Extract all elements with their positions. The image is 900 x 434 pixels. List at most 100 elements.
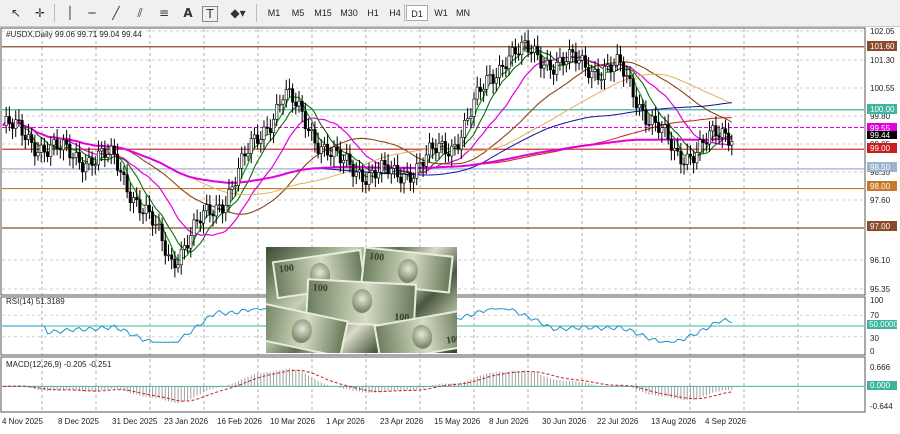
shapes-icon[interactable]: ◆▾ [228, 4, 248, 22]
timeframe-h1[interactable]: H1 [362, 5, 384, 21]
candle-body [491, 74, 495, 84]
candle-body [71, 157, 75, 159]
candle-body [399, 176, 403, 184]
candle-body [370, 170, 374, 174]
candle-body [345, 153, 349, 161]
candle-body [386, 164, 390, 175]
candle-body [453, 144, 457, 147]
candle-body [119, 170, 123, 173]
candle-body [284, 89, 288, 101]
candle-body [628, 75, 632, 79]
candle-body [396, 164, 400, 178]
price-tick: 96.10 [870, 256, 891, 265]
candle-body [297, 100, 301, 107]
toolbar-separator [404, 4, 405, 22]
candle-body [437, 142, 441, 154]
candle-body [478, 86, 482, 92]
candle-body [380, 160, 384, 173]
timeframe-d1[interactable]: D1 [406, 5, 428, 21]
candle-body [93, 164, 97, 167]
candle-body [663, 124, 667, 128]
candle-body [507, 55, 511, 69]
candle-body [676, 147, 680, 152]
toolbar-separator [54, 4, 55, 22]
money-photo: 100 100 100 100 100 [266, 247, 457, 353]
candle-body [23, 134, 27, 141]
candle-body [364, 181, 368, 185]
candle-body [227, 189, 231, 206]
candle-body [459, 136, 463, 150]
candle-body [513, 47, 517, 55]
candle-body [561, 56, 565, 66]
timeframe-m15[interactable]: M15 [310, 5, 336, 21]
trendline-icon[interactable]: ╱ [106, 4, 126, 22]
candle-body [294, 101, 298, 107]
price-tick: 95.35 [870, 285, 891, 294]
crosshair-icon[interactable]: ✛ [30, 4, 50, 22]
candle-body [87, 157, 91, 165]
candle-body [198, 220, 202, 224]
candle-body [7, 116, 11, 125]
candle-body [440, 141, 444, 144]
timeframe-mn[interactable]: MN [452, 5, 474, 21]
cursor-icon[interactable]: ↖ [6, 4, 26, 22]
candle-body [147, 204, 151, 213]
candle-body [144, 204, 148, 214]
timeframe-m30[interactable]: M30 [336, 5, 362, 21]
candle-body [265, 126, 269, 129]
candle-body [653, 115, 657, 123]
candle-body [657, 122, 661, 133]
candle-body [291, 88, 295, 103]
macd-signal-line [2, 369, 732, 402]
timeframe-w1[interactable]: W1 [430, 5, 452, 21]
date-tick: 23 Jan 2026 [164, 417, 209, 426]
chart-area[interactable]: #USDX,Daily 99.06 99.71 99.04 99.44 RSI(… [0, 27, 900, 434]
candle-body [609, 64, 613, 73]
date-tick: 16 Feb 2026 [217, 417, 262, 426]
candle-body [510, 47, 514, 57]
candle-body [421, 162, 425, 167]
candle-body [354, 171, 358, 177]
candle-body [14, 119, 18, 129]
text-icon[interactable]: A [178, 4, 198, 22]
candle-body [49, 144, 53, 157]
candle-body [17, 119, 21, 122]
candle-body [335, 146, 339, 151]
toolbar: ↖ ✛ │ ─ ╱ ⫽ ≡ A T ◆▾ M1 M5 M15 M30 H1 H4… [0, 0, 900, 27]
text-label-icon[interactable]: T [202, 6, 218, 22]
candle-body [618, 54, 622, 63]
candle-body [348, 153, 352, 165]
date-axis: 4 Nov 2025 8 Dec 2025 31 Dec 2025 23 Jan… [2, 417, 746, 426]
horizontal-line-icon[interactable]: ─ [82, 4, 102, 22]
candle-body [246, 153, 250, 157]
candle-body [252, 134, 256, 139]
candle-body [456, 144, 460, 150]
timeframe-m5[interactable]: M5 [286, 5, 310, 21]
equidistant-channel-icon[interactable]: ⫽ [130, 4, 150, 22]
vertical-line-icon[interactable]: │ [60, 4, 80, 22]
candle-body [472, 98, 476, 117]
candle-body [669, 138, 673, 151]
candle-body [55, 139, 59, 150]
rsi-tick: 0 [870, 347, 875, 356]
candle-body [673, 147, 677, 151]
candle-body [182, 245, 186, 250]
timeframe-m1[interactable]: M1 [262, 5, 286, 21]
candle-body [424, 154, 428, 167]
candle-body [141, 212, 145, 215]
candle-body [103, 148, 107, 158]
candle-body [450, 145, 454, 157]
candles [4, 30, 734, 278]
candle-body [224, 205, 228, 214]
candle-body [615, 54, 619, 66]
candle-body [558, 56, 562, 63]
fibonacci-icon[interactable]: ≡ [154, 4, 174, 22]
candle-body [622, 62, 626, 77]
macd-tick: 0.000 [870, 381, 891, 390]
candle-body [151, 211, 155, 226]
candle-body [287, 88, 291, 91]
macd-panel [0, 356, 866, 413]
timeframe-h4[interactable]: H4 [384, 5, 406, 21]
level-label-100-00: 100.00 [870, 105, 895, 114]
candle-body [135, 197, 139, 200]
